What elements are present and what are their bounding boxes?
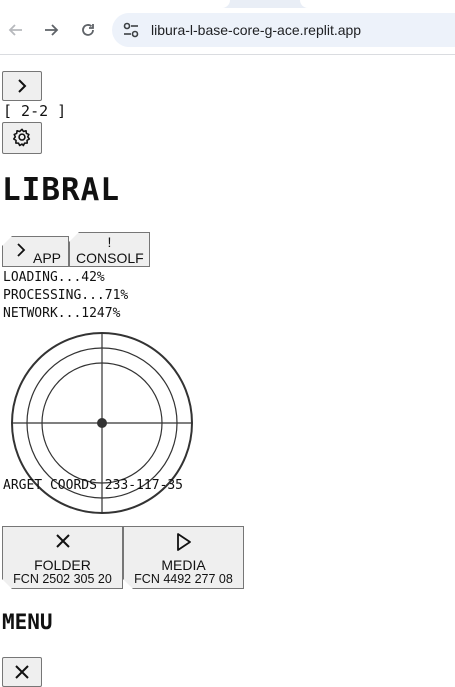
- tab-app[interactable]: APP: [2, 236, 69, 267]
- tab-strip-edge: [300, 0, 455, 8]
- exclamation-icon: !: [107, 234, 112, 250]
- page-title: LIBRAL: [2, 172, 120, 208]
- address-bar[interactable]: libura-l-base-core-g-ace.replit.app: [112, 13, 455, 47]
- back-button[interactable]: [2, 16, 30, 44]
- status-processing: PROCESSING...71%: [3, 288, 129, 303]
- arrow-right-icon: [45, 24, 59, 36]
- arrow-left-icon: [8, 24, 22, 36]
- play-icon: [175, 532, 193, 552]
- tab-bar: APP ! CONSOLF: [2, 232, 162, 268]
- folder-card-name: FOLDER: [34, 557, 91, 573]
- active-tab-edge: [0, 0, 230, 8]
- reload-button[interactable]: [74, 16, 102, 44]
- close-x-icon: [15, 665, 29, 679]
- menu-title: MENU: [2, 610, 53, 634]
- reload-icon: [82, 24, 94, 36]
- browser-toolbar: libura-l-base-core-g-ace.replit.app: [0, 0, 455, 60]
- status-network: NETWORK...1247%: [3, 306, 121, 321]
- folder-card[interactable]: FOLDER FCN 2502 305 20: [2, 526, 123, 589]
- status-loading: LOADING...42%: [3, 270, 105, 285]
- media-card[interactable]: MEDIA FCN 4492 277 08: [123, 526, 244, 589]
- target-coords: ARGET COORDS 233-117-35: [3, 478, 184, 493]
- tab-console[interactable]: ! CONSOLF: [69, 232, 150, 267]
- media-card-name: MEDIA: [161, 557, 206, 573]
- tab-console-label: CONSOLF: [76, 250, 144, 266]
- close-x-icon: [54, 532, 72, 550]
- url-text[interactable]: libura-l-base-core-g-ace.replit.app: [151, 22, 361, 38]
- media-card-code: FCN 4492 277 08: [134, 572, 233, 586]
- toolbar-divider: [0, 54, 455, 55]
- settings-button[interactable]: [2, 122, 42, 154]
- forward-button[interactable]: [37, 16, 65, 44]
- range-label: [ 2-2 ]: [3, 102, 67, 120]
- tune-icon[interactable]: [122, 21, 140, 39]
- expand-button[interactable]: [2, 71, 42, 101]
- gear-icon: [12, 128, 31, 147]
- chevron-right-icon: [18, 79, 27, 93]
- close-button[interactable]: [2, 657, 42, 687]
- tab-app-label: APP: [33, 250, 62, 266]
- folder-card-code: FCN 2502 305 20: [13, 572, 112, 586]
- chevron-right-icon: [17, 243, 26, 257]
